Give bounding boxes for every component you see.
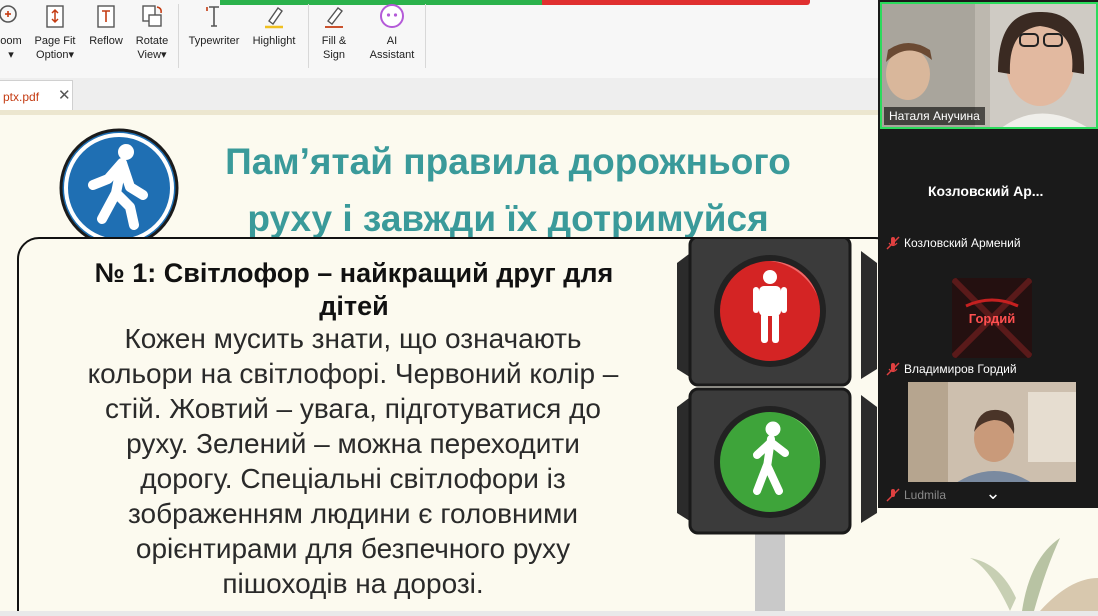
pdf-toolbar: oom ▾ Page Fit Option▾ Reflow Rotate Vie… xyxy=(0,0,878,79)
slide-title: Пам’ятай правила дорожнього руху і завжд… xyxy=(188,133,828,247)
rule-body-line: Кожен мусить знати, що означають xyxy=(124,323,582,354)
page-fit-icon xyxy=(46,5,64,28)
toolbar-divider xyxy=(178,4,179,68)
typewriter-button[interactable]: Typewriter xyxy=(184,0,244,78)
zoom-icon xyxy=(0,5,17,23)
participant-video-tile[interactable] xyxy=(908,382,1076,490)
ai-assistant-label: AI xyxy=(386,35,398,47)
page-fit-option-button[interactable]: Page Fit Option▾ xyxy=(30,0,80,78)
ai-assistant-label-2: Assistant xyxy=(369,49,415,61)
traffic-light-illustration xyxy=(677,239,877,611)
rule-card: № 1: Світлофор – найкращий друг для діте… xyxy=(17,237,878,611)
document-tab[interactable]: ptx.pdf ✕ xyxy=(0,80,73,111)
fill-sign-label: Fill & xyxy=(321,35,347,47)
participant-tile-title: Козловский Ар... xyxy=(928,183,1044,199)
highlight-icon xyxy=(265,7,283,29)
highlight-label: Highlight xyxy=(252,35,296,47)
toolbar-divider xyxy=(308,4,309,68)
pedestrian-sign-icon xyxy=(59,128,179,248)
fill-sign-icon xyxy=(325,7,343,28)
participant-name: Козловский Армений xyxy=(904,236,1021,250)
rule-body-line: орієнтирами для безпечного руху xyxy=(135,533,571,564)
reflow-label: Reflow xyxy=(89,35,123,47)
rule-body-line: стій. Жовтий – увага, підготуватися до xyxy=(105,393,601,424)
muted-mic-icon xyxy=(886,362,900,376)
close-icon[interactable]: ✕ xyxy=(58,86,71,104)
rotate-label-2: View▾ xyxy=(137,49,167,61)
reflow-button[interactable]: Reflow xyxy=(85,0,127,78)
muted-mic-icon xyxy=(886,236,900,250)
rotate-view-button[interactable]: Rotate View▾ xyxy=(130,0,174,78)
document-tab-strip: ptx.pdf ✕ xyxy=(0,78,878,111)
fill-sign-button[interactable]: Fill & Sign xyxy=(312,0,356,78)
rule-heading: № 1: Світлофор – найкращий друг для діте… xyxy=(49,257,659,323)
rule-body-line: дорогу. Спеціальні світлофори із xyxy=(140,463,566,494)
rotate-label: Rotate xyxy=(135,35,169,47)
participant-name: Ludmila xyxy=(904,488,947,502)
rule-body-line: пішоходів на дорозі. xyxy=(222,568,484,599)
ai-assistant-icon xyxy=(380,4,404,28)
zoom-label: oom xyxy=(0,35,22,47)
avatar-text: Гордий xyxy=(968,311,1016,326)
fill-sign-label-2: Sign xyxy=(322,49,346,61)
document-viewport[interactable]: Пам’ятай правила дорожнього руху і завжд… xyxy=(0,110,878,611)
participant-video-image xyxy=(908,382,1076,490)
participant-avatar: Гордий xyxy=(952,278,1032,358)
slide-page-edge xyxy=(878,508,950,611)
participant-name: Владимиров Гордий xyxy=(904,362,1017,376)
document-tab-name: ptx.pdf xyxy=(3,90,40,104)
plant-illustration xyxy=(950,508,1098,611)
rotate-icon xyxy=(142,5,162,27)
rule-body-line: зображенням людини є головними xyxy=(128,498,578,529)
zoom-button[interactable]: oom ▾ xyxy=(0,0,28,78)
decorative-plant xyxy=(950,508,1098,611)
progress-bar-red xyxy=(542,0,810,5)
page-fit-label: Page Fit xyxy=(34,35,76,47)
zoom-label-2: ▾ xyxy=(8,49,14,61)
speaker-name-tag: Наталя Анучина xyxy=(884,107,985,125)
chevron-down-icon[interactable]: ⌄ xyxy=(982,484,1004,503)
page-fit-label-2: Option▾ xyxy=(36,49,74,61)
highlight-button[interactable]: Highlight xyxy=(246,0,302,78)
muted-mic-icon xyxy=(886,488,900,502)
speaker-video-tile[interactable]: Наталя Анучина xyxy=(880,2,1098,129)
rule-heading-line-2: дітей xyxy=(319,291,389,321)
rule-heading-line-1: № 1: Світлофор – найкращий друг для xyxy=(94,258,614,288)
ai-assistant-button[interactable]: AI Assistant xyxy=(364,0,420,78)
rule-body: Кожен мусить знати, що означають кольори… xyxy=(33,321,673,601)
reflow-icon xyxy=(97,5,115,28)
rule-body-line: кольори на світлофорі. Червоний колір – xyxy=(87,358,619,389)
rule-body-line: руху. Зелений – можна переходити xyxy=(126,428,580,459)
slide-page: Пам’ятай правила дорожнього руху і завжд… xyxy=(0,115,878,611)
slide-title-line-1: Пам’ятай правила дорожнього xyxy=(225,141,791,182)
typewriter-icon xyxy=(206,6,219,27)
toolbar-divider xyxy=(425,4,426,68)
typewriter-label: Typewriter xyxy=(188,35,240,47)
